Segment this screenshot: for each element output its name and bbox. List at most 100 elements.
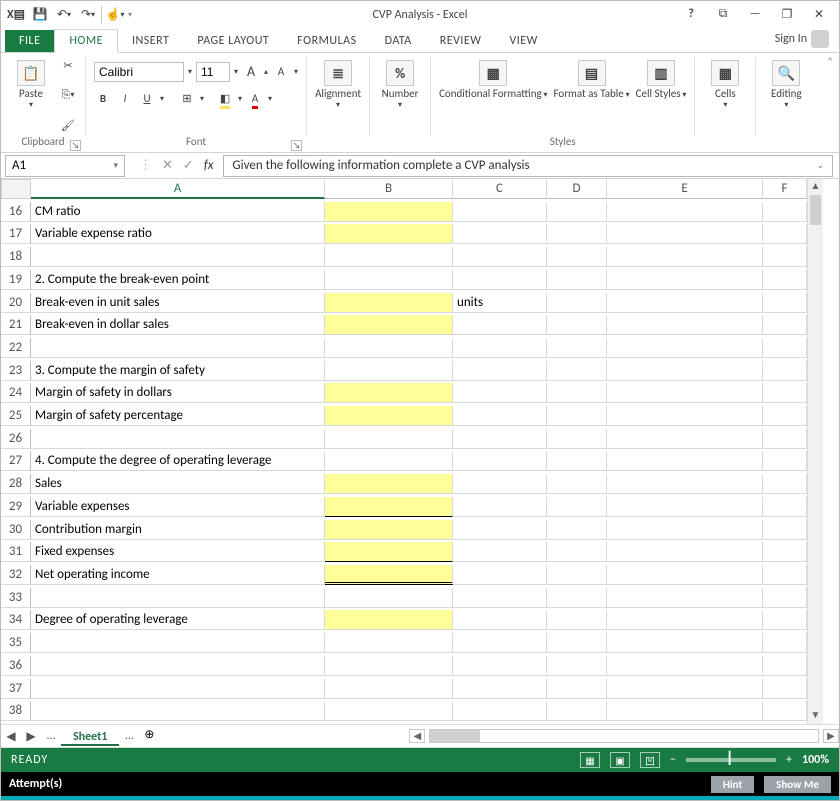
- spreadsheet-grid[interactable]: ABCDEF16CM ratio17Variable expense ratio…: [1, 179, 807, 724]
- cell[interactable]: [607, 383, 763, 403]
- cell[interactable]: [453, 315, 547, 335]
- cell[interactable]: [325, 451, 453, 471]
- row-header[interactable]: 28: [1, 474, 31, 494]
- cell[interactable]: [607, 701, 763, 721]
- cell[interactable]: [547, 338, 607, 358]
- view-page-break-icon[interactable]: 凹: [640, 752, 660, 768]
- cell[interactable]: B: [325, 179, 453, 199]
- cancel-icon[interactable]: ✕: [162, 158, 173, 173]
- cell[interactable]: [325, 202, 453, 222]
- font-dialog-icon[interactable]: ↘: [291, 140, 302, 151]
- alignment-button[interactable]: ≣ Alignment ▾: [315, 56, 361, 110]
- decrease-font-icon[interactable]: A: [272, 63, 290, 81]
- cell[interactable]: [31, 588, 325, 608]
- tab-page-layout[interactable]: PAGE LAYOUT: [183, 30, 283, 52]
- row-header[interactable]: 20: [1, 293, 31, 313]
- cell[interactable]: [547, 247, 607, 267]
- cell[interactable]: [325, 247, 453, 267]
- fill-color-icon[interactable]: ◧: [216, 90, 234, 108]
- cell[interactable]: [547, 202, 607, 222]
- collapse-ribbon-icon[interactable]: ˄: [821, 53, 839, 70]
- row-header[interactable]: 35: [1, 633, 31, 653]
- cell[interactable]: [763, 656, 807, 676]
- sheet-nav-next-icon[interactable]: ▶: [21, 729, 41, 744]
- cell[interactable]: D: [547, 179, 607, 199]
- cell[interactable]: [763, 588, 807, 608]
- scroll-right-icon[interactable]: ▶: [823, 729, 839, 743]
- cell[interactable]: [607, 565, 763, 585]
- cell[interactable]: [325, 293, 453, 313]
- cells-button[interactable]: ▦ Cells ▾: [703, 56, 747, 110]
- tab-view[interactable]: VIEW: [495, 30, 551, 52]
- row-header[interactable]: 36: [1, 656, 31, 676]
- cell[interactable]: [763, 542, 807, 562]
- cell[interactable]: [763, 224, 807, 244]
- cell[interactable]: [453, 588, 547, 608]
- scroll-down-icon[interactable]: ▼: [808, 708, 823, 724]
- cell[interactable]: Margin of safety percentage: [31, 406, 325, 426]
- cell[interactable]: [453, 451, 547, 471]
- cell[interactable]: [325, 656, 453, 676]
- cell[interactable]: [607, 474, 763, 494]
- restore-icon[interactable]: ❐: [775, 7, 799, 22]
- cell[interactable]: [607, 497, 763, 517]
- cell[interactable]: Net operating income: [31, 565, 325, 585]
- row-header[interactable]: 30: [1, 520, 31, 540]
- editing-button[interactable]: 🔍 Editing ▾: [764, 56, 808, 110]
- cell[interactable]: [547, 497, 607, 517]
- cell[interactable]: [763, 679, 807, 699]
- cell[interactable]: Contribution margin: [31, 520, 325, 540]
- name-box[interactable]: A1▾: [5, 155, 125, 177]
- font-name-input[interactable]: [94, 62, 184, 82]
- format-as-table-button[interactable]: ▤ Format as Table ▾: [554, 56, 630, 101]
- cell[interactable]: [607, 338, 763, 358]
- cell[interactable]: [763, 565, 807, 585]
- cell[interactable]: 3. Compute the margin of safety: [31, 361, 325, 381]
- cell[interactable]: [607, 610, 763, 630]
- cell[interactable]: [31, 701, 325, 721]
- cell[interactable]: [325, 679, 453, 699]
- cell[interactable]: [607, 679, 763, 699]
- tab-home[interactable]: HOME: [54, 29, 118, 53]
- cell[interactable]: [763, 361, 807, 381]
- cell[interactable]: C: [453, 179, 547, 199]
- cell[interactable]: [453, 474, 547, 494]
- cell[interactable]: [763, 293, 807, 313]
- font-size-input[interactable]: [196, 62, 230, 82]
- cut-icon[interactable]: ✂: [59, 56, 77, 74]
- cell[interactable]: [763, 383, 807, 403]
- cell[interactable]: [763, 315, 807, 335]
- formula-input[interactable]: Given the following information complete…: [223, 155, 833, 177]
- cell[interactable]: [547, 406, 607, 426]
- font-color-icon[interactable]: A: [246, 90, 264, 108]
- cell[interactable]: [763, 633, 807, 653]
- zoom-slider[interactable]: [686, 758, 776, 762]
- row-header[interactable]: 38: [1, 701, 31, 721]
- cell[interactable]: [325, 633, 453, 653]
- cell[interactable]: [325, 610, 453, 630]
- cell[interactable]: units: [453, 293, 547, 313]
- cell[interactable]: [607, 406, 763, 426]
- cell[interactable]: [607, 588, 763, 608]
- row-header[interactable]: 24: [1, 383, 31, 403]
- cell[interactable]: [325, 406, 453, 426]
- cell[interactable]: [325, 315, 453, 335]
- sheet-tab-sheet1[interactable]: Sheet1: [61, 728, 119, 746]
- zoom-out-icon[interactable]: −: [670, 753, 676, 767]
- touch-mode-icon[interactable]: ☝ ▾: [104, 4, 126, 26]
- zoom-in-icon[interactable]: +: [786, 753, 792, 767]
- scroll-up-icon[interactable]: ▲: [808, 179, 823, 195]
- cell[interactable]: E: [607, 179, 763, 199]
- cell[interactable]: [453, 429, 547, 449]
- cell[interactable]: [547, 315, 607, 335]
- cell[interactable]: [325, 474, 453, 494]
- row-header[interactable]: 17: [1, 224, 31, 244]
- cell[interactable]: [453, 406, 547, 426]
- cell[interactable]: [325, 588, 453, 608]
- cell[interactable]: [547, 429, 607, 449]
- cell[interactable]: [453, 610, 547, 630]
- cell[interactable]: [607, 451, 763, 471]
- row-header[interactable]: 18: [1, 247, 31, 267]
- cell[interactable]: Degree of operating leverage: [31, 610, 325, 630]
- row-header[interactable]: 22: [1, 338, 31, 358]
